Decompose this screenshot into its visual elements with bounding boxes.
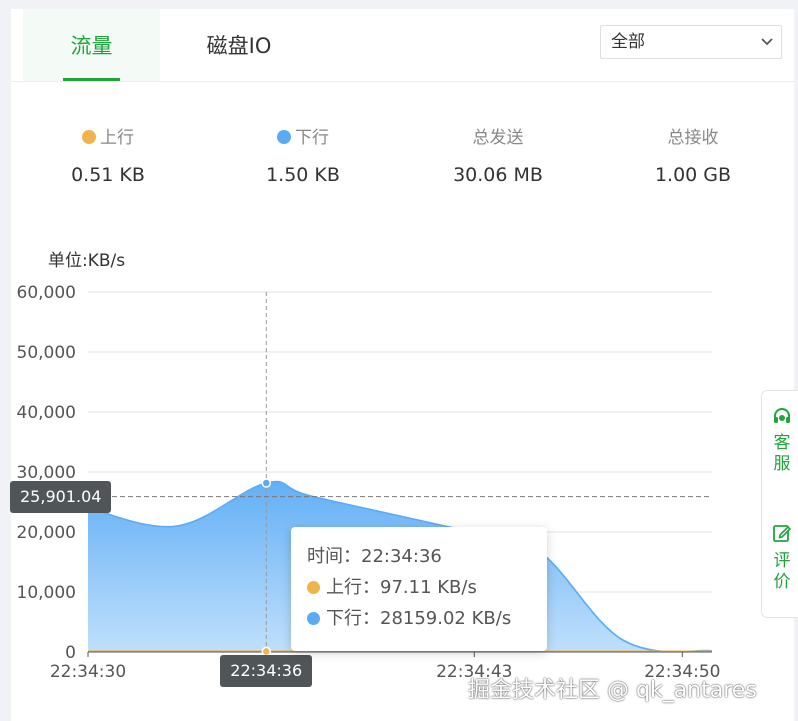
headset-icon [774, 408, 790, 423]
edit-icon [773, 525, 792, 542]
tooltip-download-dot [307, 612, 320, 625]
tooltip-download-row: 下行：28159.02 KB/s [307, 603, 531, 634]
y-tick-label: 20,000 [17, 523, 76, 543]
y-axis-unit-label: 单位:KB/s [48, 251, 125, 271]
tooltip-download-name: 下行： [326, 608, 380, 629]
customer-service-char-2: 服 [773, 454, 791, 474]
tooltip-time-label: 时间： [307, 546, 361, 567]
x-tick-label: 22:34:30 [50, 662, 126, 682]
tooltip-download-value: 28159.02 KB/s [380, 608, 512, 629]
tooltip-upload-row: 上行：97.11 KB/s [307, 572, 531, 603]
review-char-2: 价 [773, 572, 791, 592]
watermark-text: 掘金技术社区 @ qk_antares [468, 678, 757, 703]
tooltip-time-value: 22:34:36 [361, 546, 442, 567]
customer-service-button[interactable]: 客 服 [762, 407, 798, 475]
customer-service-char-1: 客 [773, 433, 791, 453]
y-tick-label: 0 [65, 643, 76, 663]
side-float-panel: 客 服 评 价 [761, 390, 798, 618]
review-char-1: 评 [773, 551, 791, 571]
download-point-marker [261, 478, 272, 488]
tooltip-upload-name: 上行： [326, 577, 380, 598]
tooltip-upload-value: 97.11 KB/s [380, 577, 477, 598]
chart-tooltip: 时间：22:34:36 上行：97.11 KB/s 下行：28159.02 KB… [291, 527, 547, 651]
y-tick-label: 50,000 [17, 343, 76, 363]
crosshair-y-label: 25,901.04 [10, 480, 112, 513]
review-button[interactable]: 评 价 [762, 523, 798, 593]
tooltip-time-row: 时间：22:34:36 [307, 541, 531, 572]
y-tick-label: 60,000 [17, 283, 76, 303]
y-tick-label: 40,000 [17, 403, 76, 423]
crosshair-x-label: 22:34:36 [220, 655, 313, 687]
y-tick-label: 10,000 [17, 583, 76, 603]
tooltip-upload-dot [307, 581, 320, 594]
